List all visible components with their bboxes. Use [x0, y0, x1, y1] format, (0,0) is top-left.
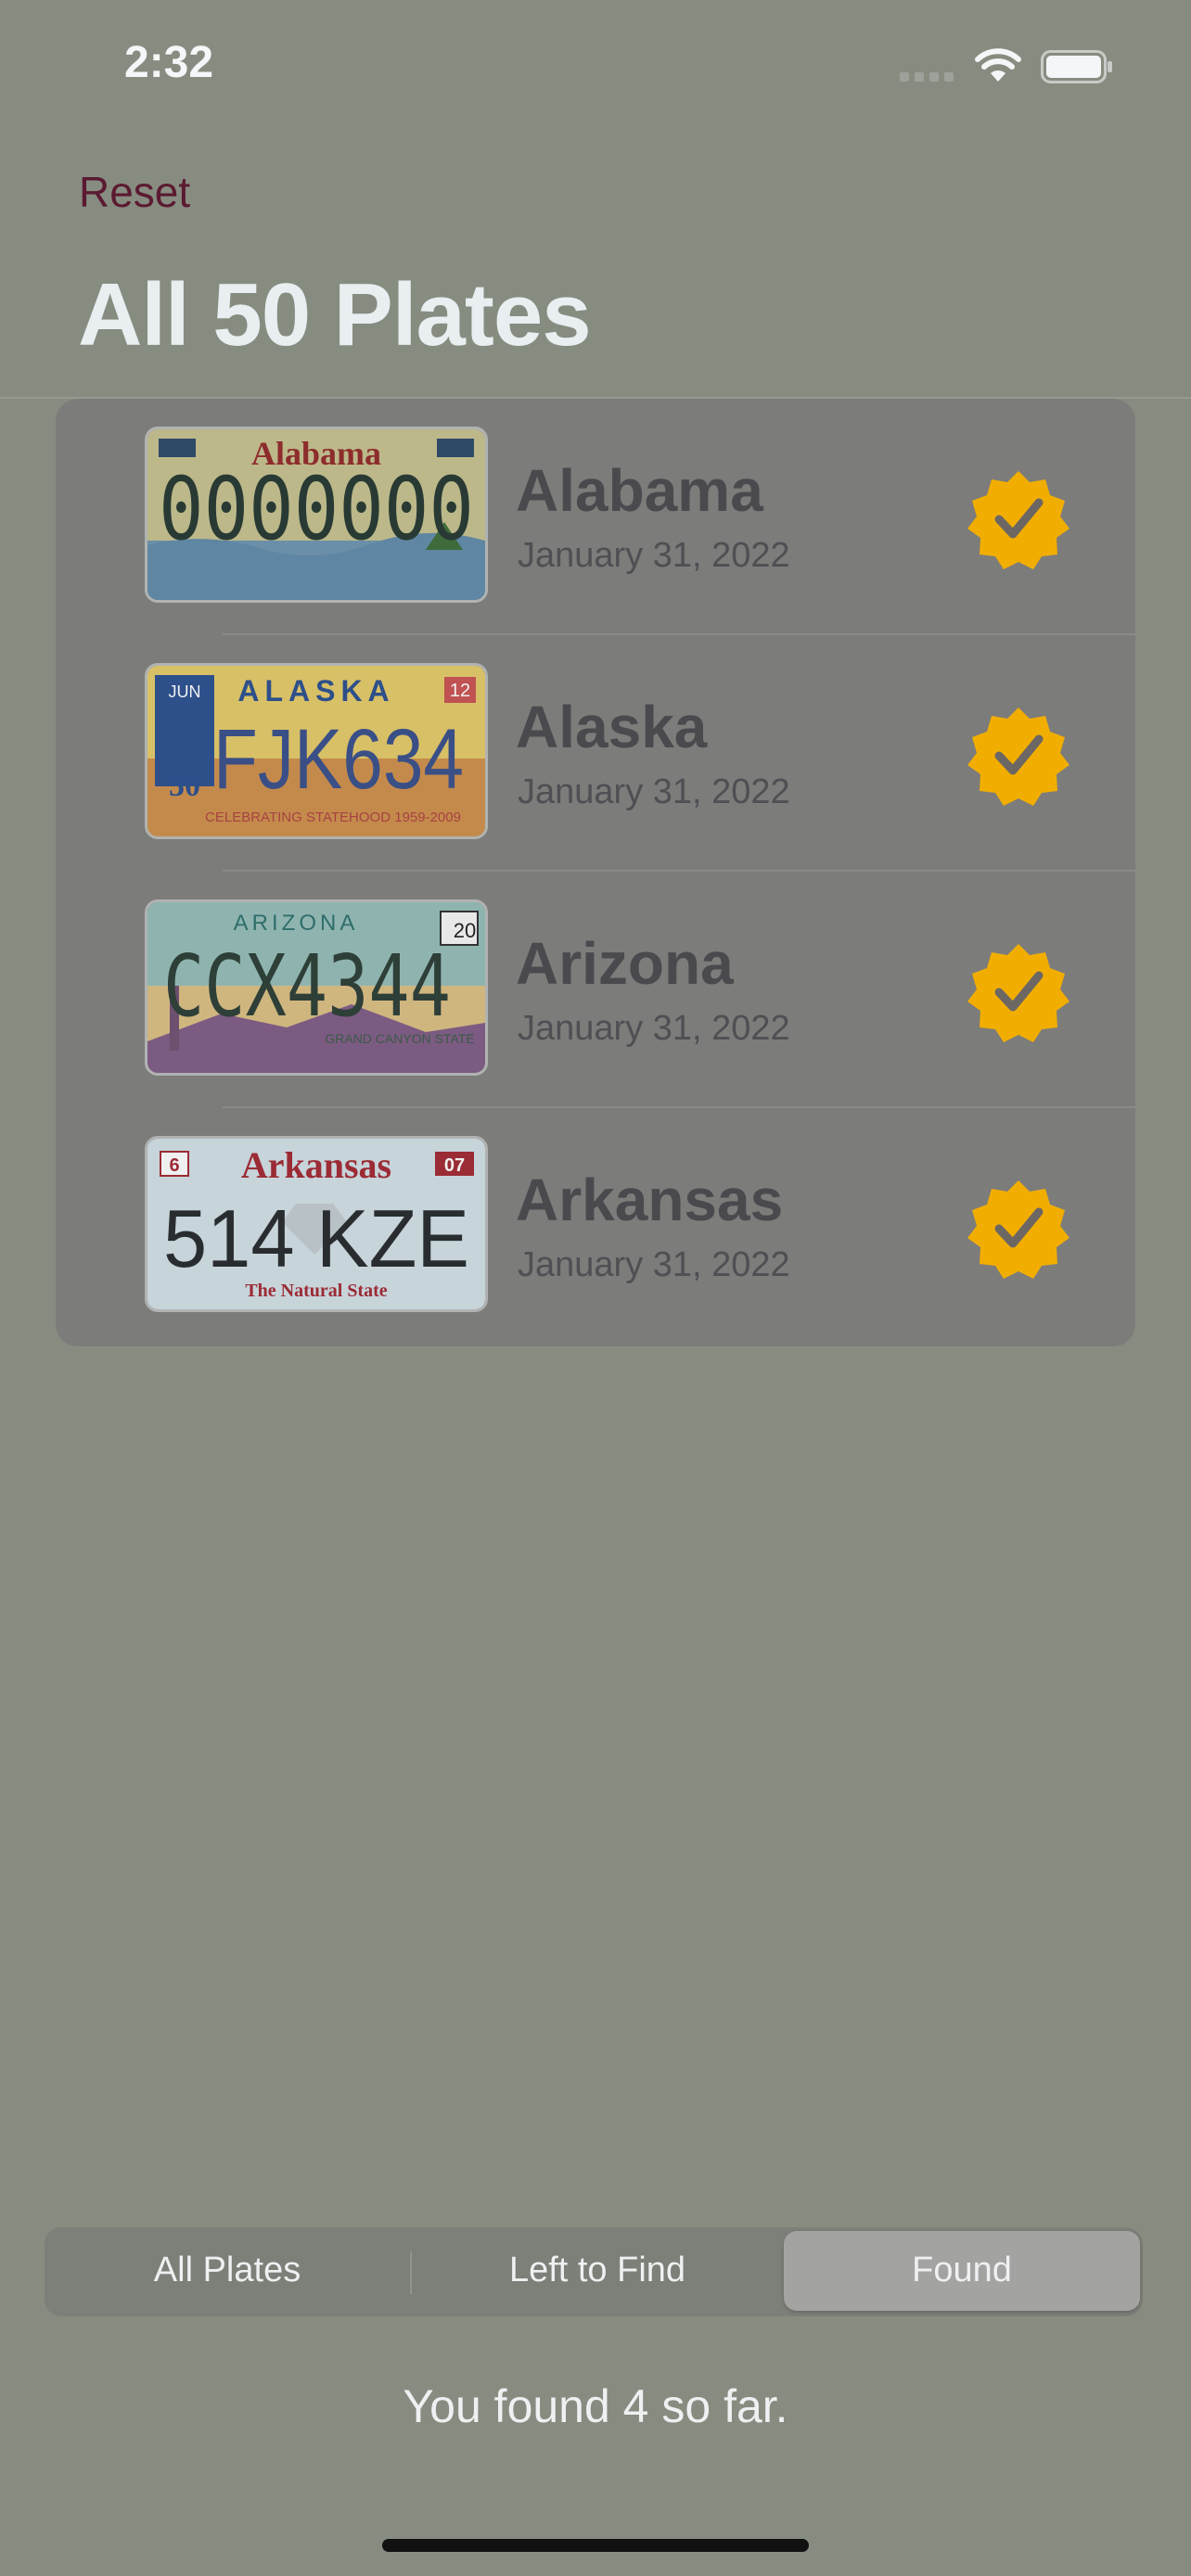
- plate-date: January 31, 2022: [518, 1009, 790, 1048]
- status-bar: 2:32: [0, 0, 1191, 130]
- svg-text:07: 07: [444, 1155, 465, 1176]
- plate-date: January 31, 2022: [518, 536, 790, 575]
- battery-icon: [1041, 50, 1112, 83]
- svg-text:12: 12: [450, 681, 470, 701]
- status-time: 2:32: [124, 38, 214, 87]
- svg-text:CELEBRATING STATEHOOD 1959-200: CELEBRATING STATEHOOD 1959-2009: [205, 810, 461, 825]
- plate-date: January 31, 2022: [518, 1245, 790, 1284]
- svg-text:50: 50: [169, 769, 200, 803]
- plate-image-alabama: Alabama 0000000: [145, 427, 488, 603]
- plate-date: January 31, 2022: [518, 772, 790, 811]
- plate-row-arizona[interactable]: 20 ARIZONA CCX4344 GRAND CANYON STATE Ar…: [56, 872, 1135, 1108]
- svg-text:ARIZONA: ARIZONA: [234, 911, 359, 936]
- svg-text:The Natural State: The Natural State: [245, 1281, 387, 1301]
- page-title: All 50 Plates: [78, 265, 592, 364]
- plate-row-arkansas[interactable]: 6 07 Arkansas 514 KZE The Natural State …: [56, 1108, 1135, 1345]
- svg-text:ALASKA: ALASKA: [237, 674, 394, 708]
- tab-all-plates[interactable]: All Plates: [45, 2227, 410, 2316]
- plate-row-alabama[interactable]: Alabama 0000000 Alabama January 31, 2022: [56, 399, 1135, 635]
- plate-name: Alaska: [516, 694, 708, 760]
- plate-name: Arkansas: [516, 1167, 784, 1233]
- plate-image-alaska: JUN 50 12 ALASKA FJK634 CELEBRATING STAT…: [145, 663, 488, 839]
- svg-text:CCX4344: CCX4344: [163, 937, 451, 1036]
- svg-text:JUN: JUN: [169, 682, 201, 701]
- svg-text:514 KZE: 514 KZE: [163, 1192, 469, 1284]
- home-indicator: [382, 2539, 809, 2552]
- svg-text:20: 20: [454, 919, 476, 942]
- svg-text:Arkansas: Arkansas: [241, 1144, 391, 1186]
- plate-row-alaska[interactable]: JUN 50 12 ALASKA FJK634 CELEBRATING STAT…: [56, 635, 1135, 872]
- filter-segmented-control: All Plates Left to Find Found: [45, 2227, 1143, 2316]
- plate-name: Alabama: [516, 457, 763, 524]
- tab-found[interactable]: Found: [784, 2227, 1140, 2316]
- reset-button[interactable]: Reset: [79, 167, 190, 217]
- plate-list: Alabama 0000000 Alabama January 31, 2022…: [56, 399, 1135, 1346]
- tab-left-to-find[interactable]: Left to Find: [412, 2227, 783, 2316]
- checkmark-seal-icon: [967, 944, 1069, 1042]
- checkmark-seal-icon: [967, 471, 1069, 569]
- plate-name: Arizona: [516, 930, 734, 997]
- plate-image-arizona: 20 ARIZONA CCX4344 GRAND CANYON STATE: [145, 899, 488, 1076]
- plate-image-arkansas: 6 07 Arkansas 514 KZE The Natural State: [145, 1136, 488, 1312]
- svg-text:6: 6: [169, 1155, 179, 1176]
- svg-text:GRAND CANYON STATE: GRAND CANYON STATE: [325, 1031, 474, 1046]
- svg-text:FJK634: FJK634: [213, 712, 464, 807]
- checkmark-seal-icon: [967, 1180, 1069, 1279]
- wifi-icon: [975, 48, 1021, 82]
- checkmark-seal-icon: [967, 708, 1069, 806]
- cellular-signal-icon: [900, 70, 959, 86]
- svg-text:0000000: 0000000: [159, 459, 474, 560]
- found-count-text: You found 4 so far.: [403, 2380, 788, 2432]
